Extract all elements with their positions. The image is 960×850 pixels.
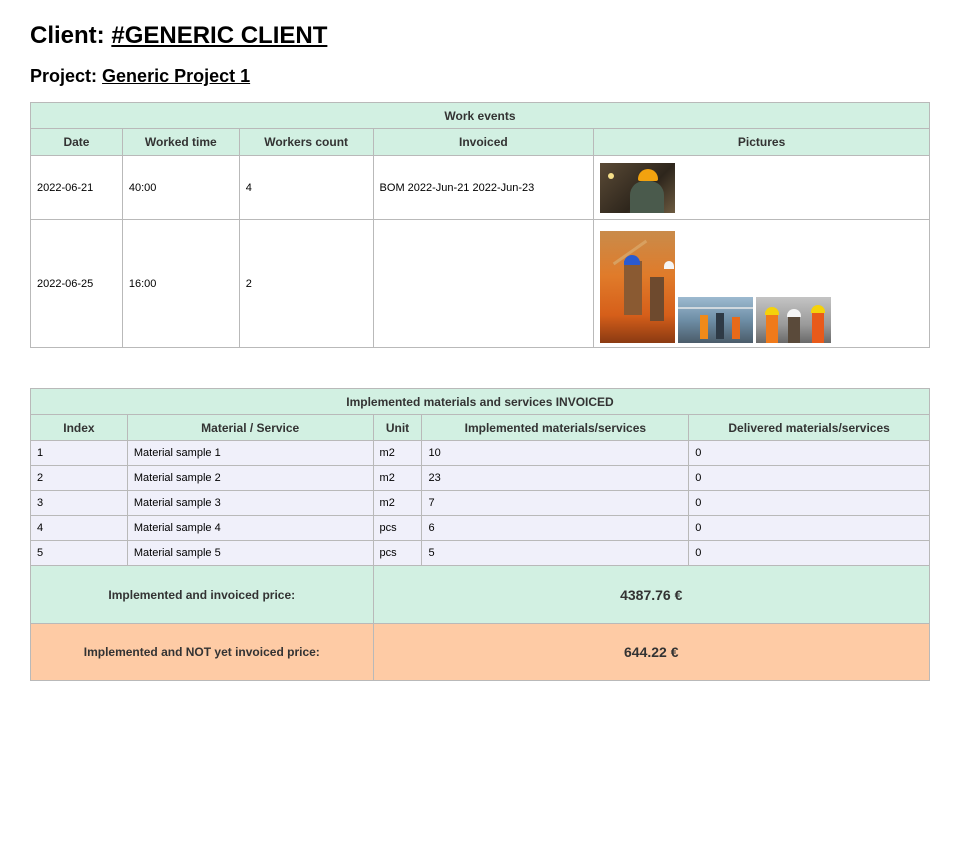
- cell-worked-time: 16:00: [121, 219, 240, 348]
- col-header-material: Material / Service: [126, 414, 374, 441]
- table-row: 2 Material sample 2 m2 23 0: [30, 465, 930, 491]
- cell-material: Material sample 2: [126, 465, 374, 491]
- project-title: Project: Generic Project 1: [30, 66, 250, 87]
- cell-workers-count: 4: [238, 155, 374, 220]
- col-header-unit: Unit: [372, 414, 423, 441]
- cell-unit: m2: [372, 490, 423, 516]
- materials-table: Implemented materials and services INVOI…: [30, 388, 931, 681]
- not-invoiced-price-value: 644.22 €: [372, 623, 931, 681]
- cell-delivered: 0: [688, 515, 930, 541]
- cell-implemented: 6: [421, 515, 690, 541]
- client-title: Client: #GENERIC CLIENT: [30, 22, 327, 50]
- not-invoiced-price-label: Implemented and NOT yet invoiced price:: [30, 623, 374, 681]
- cell-implemented: 7: [421, 490, 690, 516]
- cell-invoiced: [372, 219, 595, 348]
- cell-date: 2022-06-21: [30, 155, 123, 220]
- construction-worker-photo[interactable]: [600, 231, 676, 343]
- cell-index: 1: [30, 440, 128, 466]
- workers-group-photo[interactable]: [756, 297, 832, 343]
- cell-unit: m2: [372, 440, 423, 466]
- invoiced-price-row: Implemented and invoiced price: 4387.76 …: [30, 565, 931, 624]
- col-header-delivered: Delivered materials/services: [688, 414, 930, 441]
- cell-material: Material sample 3: [126, 490, 374, 516]
- cell-index: 4: [30, 515, 128, 541]
- cell-delivered: 0: [688, 490, 930, 516]
- worker-helmet-photo[interactable]: [600, 162, 676, 213]
- project-link[interactable]: Generic Project 1: [102, 66, 250, 86]
- table-row: 2022-06-25 16:00 2: [30, 219, 930, 348]
- cell-unit: pcs: [372, 540, 423, 566]
- col-header-pictures: Pictures: [593, 128, 930, 156]
- col-header-date: Date: [30, 128, 123, 156]
- cell-invoiced: BOM 2022-Jun-21 2022-Jun-23: [372, 155, 595, 220]
- col-header-workers-count: Workers count: [238, 128, 374, 156]
- project-label: Project:: [30, 66, 98, 86]
- cell-material: Material sample 5: [126, 540, 374, 566]
- cell-pictures: [593, 219, 930, 348]
- work-events-title: Work events: [30, 102, 930, 129]
- table-row: 2022-06-21 40:00 4 BOM 2022-Jun-21 2022-…: [30, 155, 930, 220]
- client-link[interactable]: #GENERIC CLIENT: [111, 22, 327, 49]
- table-row: 1 Material sample 1 m2 10 0: [30, 440, 930, 466]
- cell-delivered: 0: [688, 440, 930, 466]
- table-row: 3 Material sample 3 m2 7 0: [30, 490, 930, 516]
- cell-implemented: 10: [421, 440, 690, 466]
- cell-index: 5: [30, 540, 128, 566]
- cell-material: Material sample 4: [126, 515, 374, 541]
- cell-index: 2: [30, 465, 128, 491]
- invoiced-price-label: Implemented and invoiced price:: [30, 565, 374, 624]
- cell-implemented: 23: [421, 465, 690, 491]
- cell-delivered: 0: [688, 465, 930, 491]
- col-header-index: Index: [30, 414, 128, 441]
- invoiced-price-value: 4387.76 €: [372, 565, 931, 624]
- cell-material: Material sample 1: [126, 440, 374, 466]
- cell-implemented: 5: [421, 540, 690, 566]
- site-team-photo[interactable]: [678, 297, 754, 343]
- table-row: 4 Material sample 4 pcs 6 0: [30, 515, 930, 541]
- cell-unit: m2: [372, 465, 423, 491]
- cell-index: 3: [30, 490, 128, 516]
- cell-workers-count: 2: [238, 219, 374, 348]
- col-header-implemented: Implemented materials/services: [421, 414, 690, 441]
- cell-unit: pcs: [372, 515, 423, 541]
- cell-delivered: 0: [688, 540, 930, 566]
- work-events-table: Work events Date Worked time Workers cou…: [30, 102, 930, 348]
- col-header-invoiced: Invoiced: [372, 128, 595, 156]
- client-label: Client:: [30, 22, 105, 49]
- not-invoiced-price-row: Implemented and NOT yet invoiced price: …: [30, 623, 931, 681]
- materials-title: Implemented materials and services INVOI…: [30, 388, 930, 415]
- cell-worked-time: 40:00: [121, 155, 240, 220]
- col-header-worked-time: Worked time: [121, 128, 240, 156]
- cell-pictures: [593, 155, 930, 220]
- cell-date: 2022-06-25: [30, 219, 123, 348]
- table-row: 5 Material sample 5 pcs 5 0: [30, 540, 930, 566]
